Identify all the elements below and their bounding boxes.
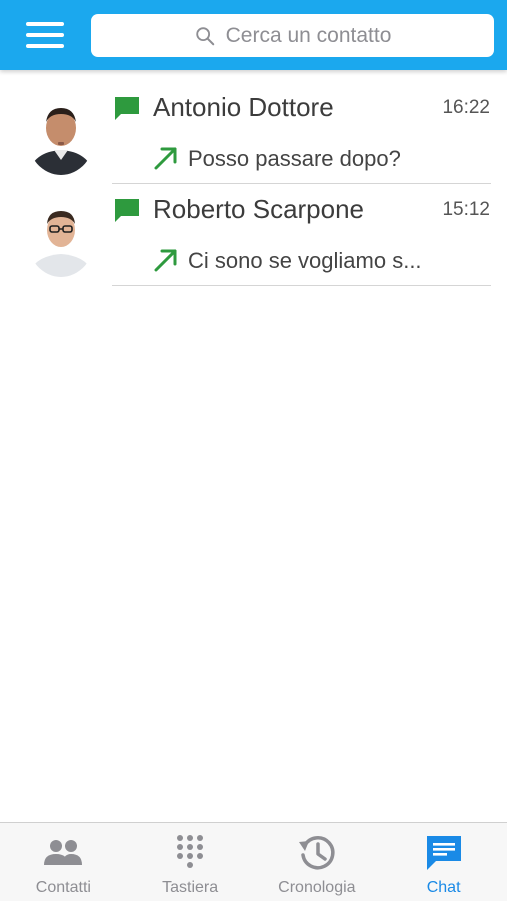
tab-label: Cronologia: [278, 879, 356, 896]
chat-icon: [426, 836, 461, 870]
avatar: [26, 198, 96, 278]
contact-name: Antonio Dottore: [153, 92, 334, 122]
chat-list: Antonio Dottore 16:22 Posso passare dopo…: [0, 82, 507, 286]
divider: [112, 285, 491, 286]
tab-chat[interactable]: Chat: [380, 823, 507, 901]
tab-label: Tastiera: [162, 879, 219, 896]
tab-label: Contatti: [35, 879, 91, 896]
search-icon: [195, 26, 214, 45]
hamburger-menu-icon[interactable]: [20, 14, 70, 56]
tab-cronologia[interactable]: Cronologia: [254, 823, 381, 901]
history-icon: [298, 836, 335, 870]
message-time: 15:12: [442, 199, 490, 220]
outgoing-arrow-icon: [154, 249, 177, 272]
tab-contatti[interactable]: Contatti: [0, 823, 127, 901]
tab-label: Chat: [426, 879, 461, 896]
message-time: 16:22: [442, 97, 490, 118]
search-placeholder: Cerca un contatto: [225, 23, 392, 47]
keypad-icon: [177, 835, 204, 868]
top-bar: Cerca un contatto: [0, 0, 507, 70]
message-preview: Posso passare dopo?: [188, 146, 401, 171]
message-preview: Ci sono se vogliamo s...: [188, 248, 422, 273]
chat-list-item[interactable]: Roberto Scarpone 15:12 Ci sono se voglia…: [0, 184, 507, 286]
chat-list-item[interactable]: Antonio Dottore 16:22 Posso passare dopo…: [0, 82, 507, 184]
outgoing-arrow-icon: [154, 147, 177, 170]
avatar: [26, 96, 96, 176]
contact-name: Roberto Scarpone: [153, 194, 365, 224]
search-input[interactable]: Cerca un contatto: [91, 14, 494, 57]
tab-tastiera[interactable]: Tastiera: [127, 823, 254, 901]
chat-bubble-icon: [115, 199, 139, 222]
bottom-tab-bar: Contatti Tastiera Cronologia Chat: [0, 822, 507, 901]
contacts-icon: [44, 840, 83, 865]
chat-bubble-icon: [115, 97, 139, 120]
